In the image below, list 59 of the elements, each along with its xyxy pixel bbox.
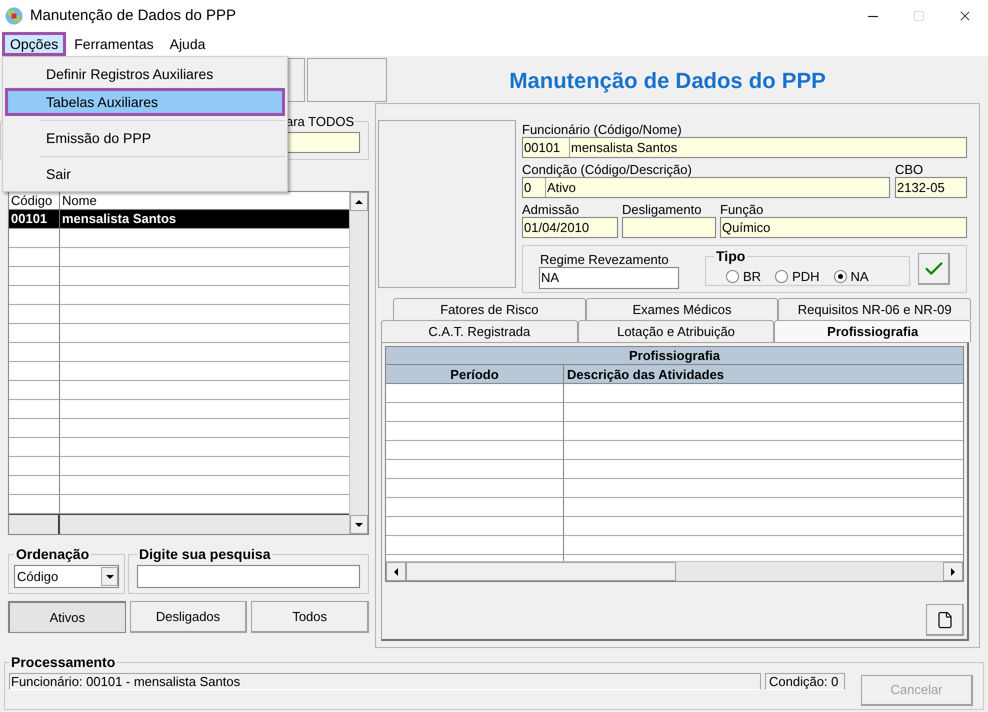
column-header: Descrição das Atividades	[566, 366, 726, 383]
group-label: Ordenação	[15, 545, 90, 564]
field-label: Admissão	[522, 201, 580, 217]
scroll-right-icon	[948, 566, 958, 576]
field-label: Funcionário (Código/Nome)	[522, 121, 683, 137]
field-label: Condição (Código/Descrição)	[522, 161, 693, 177]
menu-item[interactable]: Ajuda	[162, 32, 214, 56]
menu-item[interactable]: Ferramentas	[66, 32, 162, 56]
tab[interactable]: Lotação e Atribuição	[578, 320, 774, 342]
group-label: Digite sua pesquisa	[138, 545, 272, 564]
condition-field[interactable]: 0 Ativo	[522, 177, 890, 198]
cbo-field[interactable]: 2132-05	[895, 177, 967, 198]
page-heading: Manutenção de Dados do PPP	[509, 66, 826, 95]
radio-option[interactable]: PDH	[775, 267, 820, 286]
menu-item[interactable]: Emissão do PPP	[5, 124, 285, 152]
table-cell-text: mensalista Santos	[61, 210, 178, 228]
radio-option[interactable]: BR	[726, 267, 762, 286]
ordering-select[interactable]: Código	[14, 565, 119, 588]
filter-button[interactable]: Todos	[251, 601, 370, 633]
filter-button[interactable]: Ativos	[8, 601, 126, 633]
menu-item[interactable]: Definir Registros Auxiliares	[5, 60, 285, 88]
grid-title: Profissiografia	[386, 347, 963, 365]
horizontal-scrollbar[interactable]	[386, 561, 963, 581]
toolbar-button[interactable]	[307, 58, 387, 102]
menu-item[interactable]: Sair	[5, 160, 285, 188]
document-icon	[936, 610, 954, 628]
tab[interactable]: Exames Médicos	[586, 298, 778, 320]
menu-item[interactable]: Tabelas Auxiliares	[5, 88, 285, 116]
filter-button[interactable]: Desligados	[130, 601, 248, 633]
admission-field[interactable]: 01/04/2010	[522, 217, 618, 238]
column-header: Nome	[61, 192, 98, 209]
group-label: Tipo	[715, 247, 746, 266]
window-title: Manutenção de Dados do PPP	[30, 6, 236, 26]
field-label: Função	[720, 201, 764, 217]
menu-item[interactable]: Opções	[2, 32, 66, 56]
table-row[interactable]: 00101 mensalista Santos	[9, 210, 349, 229]
search-field[interactable]	[137, 565, 360, 588]
field-label: CBO	[895, 161, 924, 177]
status-message: Funcionário: 00101 - mensalista Santos	[9, 673, 761, 690]
tab[interactable]: C.A.T. Registrada	[381, 320, 578, 342]
new-document-button[interactable]	[926, 604, 964, 636]
field-label: Regime Revezamento	[539, 250, 670, 266]
tab[interactable]: Fatores de Risco	[393, 298, 586, 320]
maximize-icon	[913, 10, 925, 22]
employee-field[interactable]: 00101 mensalista Santos	[522, 137, 967, 158]
column-header: Período	[386, 365, 564, 383]
field-label: Desligamento	[622, 201, 702, 217]
app-icon	[5, 7, 23, 25]
scrollbar[interactable]	[349, 192, 368, 534]
table-cell: 00101	[9, 210, 60, 228]
tab[interactable]: Requisitos NR-06 e NR-09	[778, 298, 972, 320]
job-field[interactable]: Químico	[720, 217, 967, 238]
shift-field[interactable]: NA	[539, 266, 679, 288]
status-condition: Condição: 0	[765, 673, 845, 690]
radio-option[interactable]: NA	[834, 267, 869, 286]
confirm-button[interactable]	[918, 253, 950, 285]
group-label: Processamento	[10, 653, 116, 672]
dismissal-field[interactable]	[622, 217, 716, 238]
tab[interactable]: Profissiografia	[774, 320, 972, 342]
